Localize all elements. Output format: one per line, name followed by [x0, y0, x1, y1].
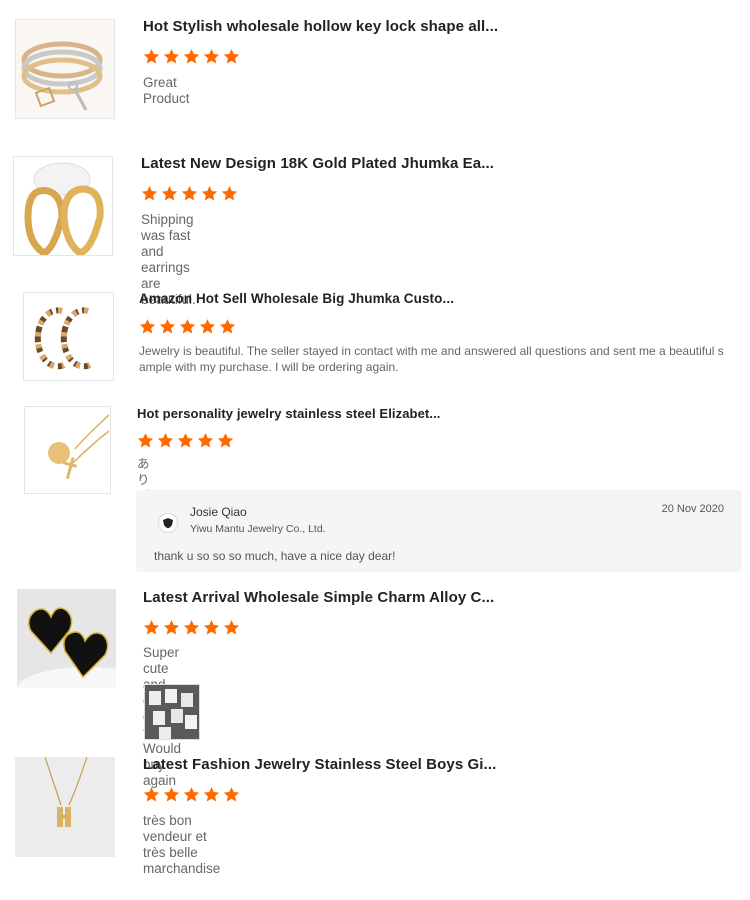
- product-thumbnail[interactable]: [13, 156, 113, 256]
- star-icon: [137, 433, 154, 448]
- necklace-image: [25, 407, 110, 493]
- star-icon: [217, 433, 234, 448]
- earrings-card-photo-image: [145, 685, 199, 739]
- star-icon: [141, 186, 158, 201]
- star-rating: [143, 48, 240, 65]
- product-thumbnail[interactable]: [23, 292, 114, 381]
- review-photo[interactable]: [144, 684, 200, 740]
- product-thumbnail[interactable]: [15, 19, 115, 119]
- letter-necklace-image: [15, 757, 115, 857]
- review-text: Jewelry is beautiful. The seller stayed …: [139, 344, 724, 374]
- star-icon: [183, 787, 200, 802]
- seller-avatar: [158, 513, 178, 533]
- star-icon: [143, 49, 160, 64]
- star-icon: [161, 186, 178, 201]
- product-title[interactable]: Latest Arrival Wholesale Simple Charm Al…: [143, 589, 494, 606]
- star-icon: [219, 319, 236, 334]
- star-rating: [143, 619, 240, 636]
- star-icon: [163, 787, 180, 802]
- star-icon: [199, 319, 216, 334]
- star-icon: [203, 787, 220, 802]
- star-icon: [143, 787, 160, 802]
- reply-date: 20 Nov 2020: [661, 503, 724, 515]
- star-rating: [137, 432, 234, 449]
- star-icon: [223, 49, 240, 64]
- star-icon: [223, 620, 240, 635]
- c-hoop-earrings-image: [24, 293, 113, 380]
- seller-name: Josie Qiao: [190, 505, 247, 519]
- star-rating: [143, 786, 240, 803]
- bracelet-image: [16, 20, 114, 118]
- product-thumbnail[interactable]: [17, 589, 116, 688]
- star-icon: [163, 620, 180, 635]
- star-icon: [143, 620, 160, 635]
- star-rating: [139, 318, 236, 335]
- review-text: Great Product: [143, 75, 190, 106]
- star-icon: [139, 319, 156, 334]
- star-icon: [223, 787, 240, 802]
- star-icon: [183, 49, 200, 64]
- reply-text: thank u so so so much, have a nice day d…: [154, 549, 396, 563]
- star-icon: [201, 186, 218, 201]
- star-icon: [183, 620, 200, 635]
- hoop-earrings-image: [14, 157, 112, 255]
- product-title[interactable]: Amazon Hot Sell Wholesale Big Jhumka Cus…: [139, 291, 454, 306]
- product-thumbnail[interactable]: [24, 406, 111, 494]
- star-icon: [163, 49, 180, 64]
- shield-icon: [163, 518, 173, 528]
- star-icon: [203, 49, 220, 64]
- star-icon: [177, 433, 194, 448]
- product-title[interactable]: Latest New Design 18K Gold Plated Jhumka…: [141, 155, 494, 172]
- seller-company[interactable]: Yiwu Mantu Jewelry Co., Ltd.: [190, 523, 326, 535]
- star-icon: [221, 186, 238, 201]
- product-title[interactable]: Hot Stylish wholesale hollow key lock sh…: [143, 18, 498, 35]
- star-icon: [181, 186, 198, 201]
- star-icon: [203, 620, 220, 635]
- heart-earrings-image: [17, 589, 116, 688]
- star-icon: [157, 433, 174, 448]
- star-rating: [141, 185, 238, 202]
- product-thumbnail[interactable]: [15, 757, 115, 857]
- star-icon: [179, 319, 196, 334]
- seller-reply: Josie Qiao Yiwu Mantu Jewelry Co., Ltd. …: [136, 490, 742, 572]
- product-title[interactable]: Hot personality jewelry stainless steel …: [137, 406, 441, 421]
- star-icon: [159, 319, 176, 334]
- product-title[interactable]: Latest Fashion Jewelry Stainless Steel B…: [143, 756, 496, 773]
- star-icon: [197, 433, 214, 448]
- review-text: très bon vendeur et très belle marchandi…: [143, 813, 221, 876]
